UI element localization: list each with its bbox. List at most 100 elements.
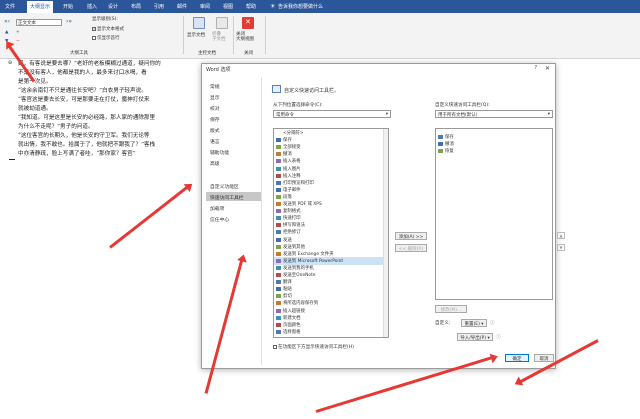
doc-line: 不是没有客人，他都是我的人，最多来讨口水喝，看 [18,70,147,76]
command-item[interactable]: 选择窗格 [274,328,388,336]
command-icon [276,138,281,143]
command-icon [276,308,281,313]
tab-view[interactable]: 视图 [223,3,233,10]
doc-line: 为什么不走呢？”男子的问道。 [18,124,94,130]
tab-layout[interactable]: 布局 [131,3,141,10]
command-icon [276,329,281,334]
expand-icon[interactable]: + [16,30,20,35]
word-options-dialog: Word 选项 ? ✕ 常规 显示 校对 保存 版式 语言 辅助功能 高级 自定… [201,63,565,369]
tab-insert[interactable]: 插入 [87,3,97,10]
move-down-icon[interactable]: ▼ [557,244,565,251]
ok-button[interactable]: 确定 [505,354,529,362]
command-icon [276,166,281,171]
nav-display[interactable]: 显示 [206,92,261,101]
commands-scrollbar[interactable] [383,129,388,337]
command-icon [276,244,281,249]
move-up-icon[interactable]: ▲ [557,232,565,239]
nav-advanced[interactable]: 高级 [206,158,261,167]
tab-file[interactable]: 文件 [5,3,15,10]
doc-line: 是第一次见。 [18,79,52,85]
close-outline-icon[interactable]: ✕ [242,17,254,29]
show-below-ribbon-label: 在功能区下方显示快速访问工具栏(H) [278,345,354,350]
command-label: 选择窗格 [283,329,301,335]
command-icon [276,273,281,277]
nav-add-ins[interactable]: 加载项 [206,203,261,212]
ribbon-tab-bar: 文件 大纲显示 开始 插入 设计 布局 引用 邮件 审阅 视图 帮助 ☀ 告诉我… [0,0,640,13]
command-icon [276,180,281,185]
tell-me-search[interactable]: 告诉我你想要做什么 [278,3,323,10]
command-icon [276,287,281,292]
command-icon [276,209,281,214]
qat-item-label: 恢复 [445,149,454,154]
customize-qat-label: 自定义快速访问工具栏(Q): [435,103,490,108]
tab-home[interactable]: 开始 [63,3,73,10]
doc-line: 就被劫道通。 [18,106,52,112]
tab-design[interactable]: 设计 [108,3,118,10]
nav-trust-center[interactable]: 信任中心 [206,214,261,223]
tab-help[interactable]: 帮助 [246,3,256,10]
ribbon: «‹ 正文文本 ›» ▲ ▼ + − 显示级别(S): 显示文本格式 仅显示首行… [0,13,640,59]
commands-listbox[interactable]: <分隔符>保存全部接受▸撤消插入表格插入图片插入注释打印预览和打印电子邮件▸段落… [273,128,389,338]
qat-header: 自定义快速访问工具栏。 [284,88,340,94]
first-line-only-label: 仅显示首行 [97,36,120,41]
demote-arrows-icon[interactable]: ›» [66,18,72,25]
command-icon [276,187,281,192]
cursor-mark [9,159,15,160]
choose-commands-dropdown[interactable]: 常用命令 ▾ [273,110,391,118]
show-level-label[interactable]: 显示级别(S): [92,16,118,22]
ribbon-divider [183,16,184,54]
nav-quick-access-toolbar[interactable]: 快速访问工具栏 [206,192,261,201]
level-dropdown[interactable]: 正文文本 [16,19,62,26]
move-up-icon[interactable]: ▲ [5,30,8,35]
reset-dropdown[interactable]: 重置(E) ▾ [461,319,487,327]
chevron-down-icon: ▾ [385,112,388,117]
close-group-label: 关闭 [244,51,253,56]
command-icon [276,294,281,299]
command-icon [276,230,281,235]
nav-typography[interactable]: 版式 [206,125,261,134]
first-line-only-checkbox[interactable]: 仅显示首行 [92,35,120,41]
qat-listbox[interactable]: 保存 撤消 恢复 [435,128,553,300]
collapse-subdocs-icon[interactable] [216,17,228,29]
command-icon [276,280,281,285]
nav-accessibility[interactable]: 辅助功能 [206,147,261,156]
command-icon [276,173,281,178]
close-icon[interactable]: ✕ [545,65,550,72]
promote-arrows-icon[interactable]: «‹ [4,18,10,25]
tab-mailings[interactable]: 邮件 [177,3,187,10]
cancel-button[interactable]: 取消 [534,354,554,362]
dialog-title: Word 选项 [206,67,231,73]
doc-line: 就出情，我不敢也。拾属于了，他就把不跟我了？”客栈 [18,142,156,148]
qat-item-icon [438,142,443,146]
tab-review[interactable]: 审阅 [200,3,210,10]
doc-line: “这位客官的长期久，他是长安的守卫军。我们无论等 [18,133,150,139]
modify-button[interactable]: 修改(M)... [435,305,467,313]
collapse-subdocs-button[interactable]: 折叠 子文档 [212,32,226,42]
show-text-format-checkbox[interactable]: 显示文本格式 [92,26,124,32]
outline-tools-group-label: 大纲工具 [70,51,88,56]
customize-qat-dropdown[interactable]: 用于所有文档(默认) ▾ [435,110,553,118]
show-below-ribbon-checkbox[interactable]: 在功能区下方显示快速访问工具栏(H) [273,344,354,350]
remove-button[interactable]: << 删除(R) [395,244,427,252]
collapse-icon[interactable]: − [16,39,20,44]
chevron-down-icon: ▾ [547,112,550,117]
choose-commands-value: 常用命令 [276,113,294,118]
ribbon-divider [233,16,234,54]
choose-commands-label: 从下列位置选择命令(C): [273,103,323,108]
qat-item[interactable]: 恢复 [436,147,552,155]
nav-general[interactable]: 常规 [206,81,261,90]
nav-proofing[interactable]: 校对 [206,103,261,112]
tab-outline[interactable]: 大纲显示 [27,1,54,13]
close-outline-button[interactable]: 关闭 大纲视图 [236,32,254,42]
close-x-icon: ✕ [245,18,251,26]
tab-references[interactable]: 引用 [154,3,164,10]
show-document-button[interactable]: 显示文档 [187,32,205,38]
nav-save[interactable]: 保存 [206,114,261,123]
show-document-icon[interactable] [193,17,205,29]
add-button[interactable]: 添加(A) >> [395,232,427,240]
nav-language[interactable]: 语言 [206,136,261,145]
command-icon [276,202,281,206]
import-export-dropdown[interactable]: 导入/导出(P) ▾ [457,333,493,341]
nav-customize-ribbon[interactable]: 自定义功能区 [206,181,261,190]
help-icon[interactable]: ? [534,65,537,71]
